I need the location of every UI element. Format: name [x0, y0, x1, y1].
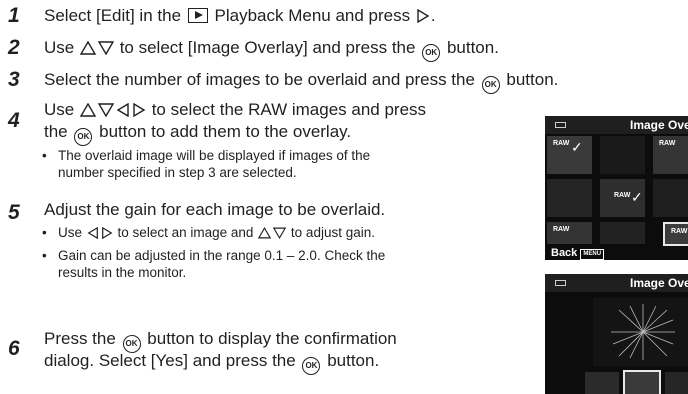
- thumbnail[interactable]: [585, 372, 619, 394]
- battery-icon: [555, 280, 566, 286]
- thumbnail[interactable]: [547, 179, 592, 217]
- step-text-line2: dialog. Select [Yes] and press the OK bu…: [44, 350, 379, 375]
- screen-title-bar: Image Over: [545, 116, 688, 134]
- down-arrow-icon: [273, 227, 287, 239]
- menu-key-icon: MENU: [580, 249, 605, 260]
- step-text-line2: the OK button to add them to the overlay…: [44, 121, 351, 146]
- step-number: 1: [8, 4, 20, 27]
- camera-screen-overlay-preview: Image Over: [545, 274, 688, 394]
- thumbnail[interactable]: [600, 136, 645, 174]
- step-number: 2: [8, 36, 20, 59]
- back-hint: Back MENU: [551, 247, 605, 260]
- ok-button-icon: OK: [422, 44, 441, 62]
- playback-icon: [187, 8, 208, 23]
- step-number: 3: [8, 68, 20, 91]
- thumbnail[interactable]: RAW: [547, 222, 592, 244]
- thumbnail[interactable]: RAW ✓: [547, 136, 592, 174]
- overlay-preview-image: [593, 298, 688, 366]
- right-arrow-icon: [417, 9, 430, 23]
- step-number: 6: [8, 337, 20, 360]
- ok-button-icon: OK: [302, 357, 321, 375]
- thumbnail[interactable]: [665, 372, 688, 394]
- step-text: Select the number of images to be overla…: [44, 69, 558, 94]
- right-arrow-icon: [101, 227, 113, 239]
- firework-graphic: [611, 304, 675, 360]
- thumbnail-selected[interactable]: RAW: [663, 222, 688, 246]
- screen-title-bar: Image Over: [545, 274, 688, 292]
- step-text: Select [Edit] in the Playback Menu and p…: [44, 6, 436, 25]
- thumbnail-selected[interactable]: [623, 370, 661, 394]
- note-bullet: • The overlaid image will be displayed i…: [42, 148, 371, 180]
- thumbnail[interactable]: RAW ✓: [600, 179, 645, 217]
- up-arrow-icon: [258, 227, 272, 239]
- thumbnail-strip: [585, 370, 688, 394]
- up-arrow-icon: [79, 103, 96, 117]
- note-bullet: • Use to select an image and to adjust g…: [42, 225, 375, 240]
- battery-icon: [555, 122, 566, 128]
- down-arrow-icon: [97, 103, 114, 117]
- step-number: 4: [8, 109, 20, 132]
- step-number: 5: [8, 201, 20, 224]
- left-arrow-icon: [87, 227, 98, 239]
- camera-screen-image-select: Image Over RAW✓ RAW RAW✓ RAW RAW Back ME…: [545, 116, 688, 260]
- step-text: Use to select the RAW images and press: [44, 100, 427, 119]
- thumbnail[interactable]: RAW: [653, 136, 688, 174]
- right-arrow-icon: [133, 103, 146, 117]
- thumbnail[interactable]: [653, 179, 688, 217]
- up-arrow-icon: [79, 41, 96, 55]
- down-arrow-icon: [97, 41, 114, 55]
- thumbnail[interactable]: [600, 222, 645, 244]
- step-text: Adjust the gain for each image to be ove…: [44, 200, 386, 219]
- note-bullet: • Gain can be adjusted in the range 0.1 …: [42, 248, 386, 280]
- ok-button-icon: OK: [74, 128, 93, 146]
- step-text: Use to select [Image Overlay] and press …: [44, 37, 499, 62]
- left-arrow-icon: [116, 103, 129, 117]
- ok-button-icon: OK: [481, 76, 500, 94]
